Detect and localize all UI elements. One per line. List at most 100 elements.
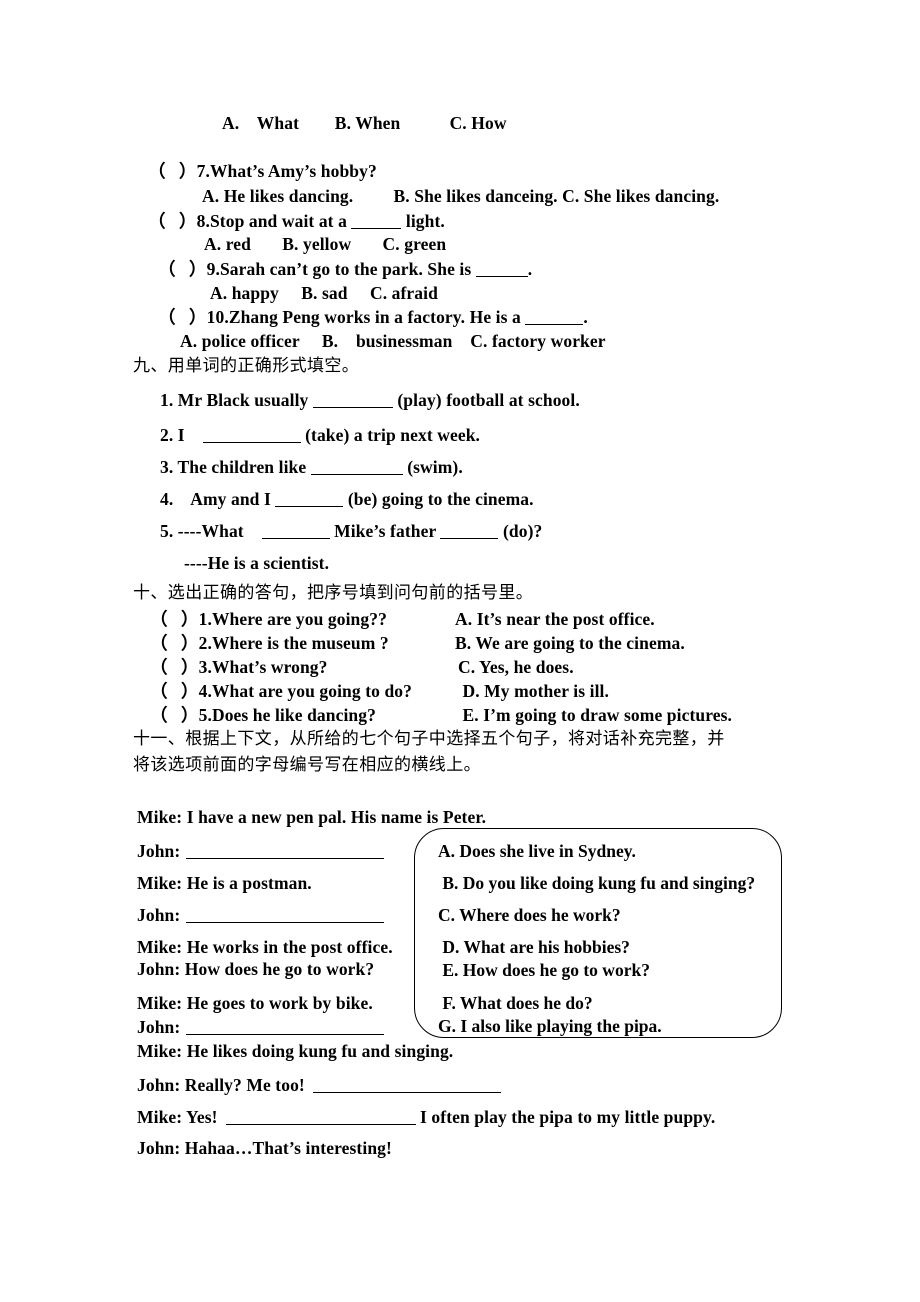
item-2-post: (take) a trip next week. <box>300 425 481 445</box>
match-bracket-1[interactable]: （ ） <box>150 609 199 629</box>
question-9-options: A. happy B. sad C. afraid <box>210 283 438 303</box>
match-bracket-4[interactable]: （ ） <box>150 681 199 701</box>
answer-bracket-10[interactable]: （ ） <box>158 307 207 327</box>
match-number-1: 1. <box>198 609 212 629</box>
question-8-text-post: light. <box>401 211 445 231</box>
section-nine-item-5: 5. ----What Mike’s father (do)? <box>160 522 542 541</box>
dialogue-speaker-9: Mike: <box>137 1041 183 1061</box>
option-g[interactable]: G. I also like playing the pipa. <box>438 1017 662 1036</box>
match-row-4: （ ）4.What are you going to do? <box>150 681 412 701</box>
dialogue-speaker-12: John: <box>137 1138 181 1158</box>
answer-bracket-8[interactable]: （ ） <box>148 211 197 231</box>
item-3-post: (swim). <box>402 457 463 477</box>
match-question-5: Does he like dancing? <box>211 705 376 725</box>
section-eleven-heading-line1: 十一、根据上下文，从所给的七个句子中选择五个句子，将对话补充完整，并 <box>133 729 725 749</box>
dialogue-speaker-10: John: <box>137 1075 181 1095</box>
match-bracket-2[interactable]: （ ） <box>150 633 199 653</box>
option-d[interactable]: D. What are his hobbies? <box>438 938 630 957</box>
dialogue-speaker-4: John: <box>137 905 181 925</box>
question-10-blank[interactable] <box>525 324 584 325</box>
question-10-options: A. police officer B. businessman C. fact… <box>180 331 606 351</box>
dialogue-blank-1[interactable] <box>186 858 385 859</box>
dialogue-blank-4[interactable] <box>312 1092 501 1093</box>
dialogue-line-9: Mike: He likes doing kung fu and singing… <box>137 1041 454 1061</box>
dialogue-speaker-6: John: <box>137 959 181 979</box>
item-4-pre: Amy and I <box>173 489 276 509</box>
option-a[interactable]: A. Does she live in Sydney. <box>438 842 636 861</box>
item-3-pre: The children like <box>173 457 311 477</box>
question-10-row: （ ）10.Zhang Peng works in a factory. He … <box>158 307 588 327</box>
question-8-options: A. red B. yellow C. green <box>204 234 447 254</box>
match-row-2: （ ）2.Where is the museum ? <box>150 633 389 653</box>
dialogue-blank-2[interactable] <box>186 922 385 923</box>
option-c[interactable]: C. Where does he work? <box>438 906 621 925</box>
match-question-1: Where are you going?? <box>211 609 387 629</box>
section-nine-heading: 九、用单词的正确形式填空。 <box>133 356 360 376</box>
dialogue-blank-5[interactable] <box>225 1124 416 1125</box>
question-7-options: A. He likes dancing. B. She likes dancei… <box>202 186 720 206</box>
dialogue-line-11: Mike: Yes! I often play the pipa to my l… <box>137 1107 716 1127</box>
match-question-2: Where is the museum ? <box>211 633 389 653</box>
dialogue-text-11: Yes! <box>182 1107 218 1127</box>
dialogue-text-9: He likes doing kung fu and singing. <box>182 1041 454 1061</box>
match-answer-3: C. Yes, he does. <box>458 657 574 677</box>
question-10-text-post: . <box>583 307 588 327</box>
question-9-blank[interactable] <box>475 276 528 277</box>
dialogue-speaker-7: Mike: <box>137 993 183 1013</box>
option-b[interactable]: B. Do you like doing kung fu and singing… <box>438 874 755 893</box>
option-e[interactable]: E. How does he go to work? <box>438 961 650 980</box>
dialogue-speaker-5: Mike: <box>137 937 183 957</box>
dialogue-speaker-1: Mike: <box>137 807 183 827</box>
dialogue-line-5: Mike: He works in the post office. <box>137 937 393 957</box>
dialogue-speaker-11: Mike: <box>137 1107 183 1127</box>
question-8-blank[interactable] <box>351 228 402 229</box>
question-9-number: 9. <box>206 259 220 279</box>
question-9-row: （ ）9.Sarah can’t go to the park. She is … <box>158 259 532 279</box>
options-box: A. Does she live in Sydney. B. Do you li… <box>414 828 782 1038</box>
question-9-text-pre: Sarah can’t go to the park. She is <box>219 259 476 279</box>
item-4-post: (be) going to the cinema. <box>343 489 534 509</box>
dialogue-text-5: He works in the post office. <box>182 937 393 957</box>
section-nine-item-3: 3. The children like (swim). <box>160 457 463 477</box>
item-1-number: 1. <box>160 390 174 410</box>
section-nine-item-4: 4. Amy and I (be) going to the cinema. <box>160 489 534 509</box>
dialogue-line-8: John: <box>137 1017 385 1037</box>
match-bracket-5[interactable]: （ ） <box>150 705 199 725</box>
dialogue-tail-11: I often play the pipa to my little puppy… <box>415 1107 716 1127</box>
dialogue-text-7: He goes to work by bike. <box>182 993 373 1013</box>
match-answer-4: D. My mother is ill. <box>458 681 609 701</box>
worksheet-page: A. What B. When C. How （ ）7.What’s Amy’s… <box>0 0 920 1302</box>
answer-bracket-9[interactable]: （ ） <box>158 259 207 279</box>
dialogue-speaker-2: John: <box>137 841 181 861</box>
dialogue-speaker-8: John: <box>137 1017 181 1037</box>
dialogue-text-3: He is a postman. <box>182 873 312 893</box>
section-ten-heading: 十、选出正确的答句，把序号填到问句前的括号里。 <box>133 583 534 603</box>
match-answer-5: E. I’m going to draw some pictures. <box>458 705 733 725</box>
dialogue-line-1: Mike: I have a new pen pal. His name is … <box>137 807 487 827</box>
question-8-number: 8. <box>196 211 210 231</box>
item-5-blank-b[interactable] <box>440 538 499 539</box>
option-f[interactable]: F. What does he do? <box>438 994 592 1013</box>
item-4-number: 4. <box>160 489 174 509</box>
item-2-blank[interactable] <box>202 442 301 443</box>
dialogue-line-10: John: Really? Me too! <box>137 1075 501 1095</box>
match-row-5: （ ）5.Does he like dancing? <box>150 705 376 725</box>
item-1-blank[interactable] <box>312 407 393 408</box>
carryover-options-line: A. What B. When C. How <box>222 113 507 133</box>
match-bracket-3[interactable]: （ ） <box>150 657 199 677</box>
dialogue-line-7: Mike: He goes to work by bike. <box>137 993 373 1013</box>
match-answer-2: B. We are going to the cinema. <box>455 633 685 653</box>
item-3-number: 3. <box>160 457 174 477</box>
item-4-blank[interactable] <box>275 506 344 507</box>
dialogue-text-12: Hahaa…That’s interesting! <box>180 1138 392 1158</box>
question-7-text: What’s Amy’s hobby? <box>209 161 377 181</box>
question-10-text-pre: Zhang Peng works in a factory. He is a <box>228 307 526 327</box>
dialogue-text-1: I have a new pen pal. His name is Peter. <box>182 807 487 827</box>
dialogue-blank-3[interactable] <box>186 1034 385 1035</box>
answer-bracket-7[interactable]: （ ） <box>148 161 197 181</box>
question-10-number: 10. <box>206 307 229 327</box>
match-question-3: What’s wrong? <box>211 657 328 677</box>
item-3-blank[interactable] <box>310 474 403 475</box>
section-nine-item-5-answer: ----He is a scientist. <box>184 553 330 573</box>
item-5-blank-a[interactable] <box>261 538 330 539</box>
